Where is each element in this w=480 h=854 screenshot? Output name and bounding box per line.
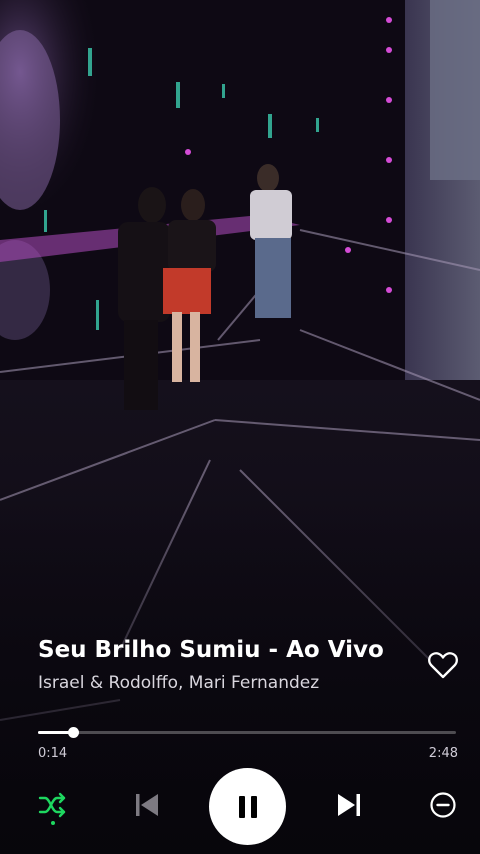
previous-button[interactable] (128, 786, 166, 824)
track-artist[interactable]: Israel & Rodolffo, Mari Fernandez (38, 672, 418, 694)
remove-button[interactable] (424, 786, 462, 824)
skip-next-icon (338, 794, 360, 816)
shuffle-active-dot (51, 821, 55, 825)
heart-outline-icon (428, 652, 458, 679)
pause-icon (238, 795, 257, 818)
skip-previous-icon (136, 794, 158, 816)
minus-circle-icon (430, 792, 456, 818)
playback-controls (0, 768, 480, 845)
track-info: Seu Brilho Sumiu - Ao Vivo Israel & Rodo… (38, 636, 418, 694)
elapsed-time: 0:14 (38, 746, 68, 761)
next-button[interactable] (330, 786, 368, 824)
progress-track (38, 731, 456, 734)
progress-handle[interactable] (67, 727, 79, 738)
progress-slider[interactable] (38, 726, 456, 738)
like-button[interactable] (426, 648, 460, 682)
shuffle-button[interactable] (34, 788, 72, 825)
shuffle-icon (38, 792, 66, 818)
play-pause-button[interactable] (209, 768, 286, 845)
total-time: 2:48 (428, 746, 458, 761)
track-title[interactable]: Seu Brilho Sumiu - Ao Vivo (38, 636, 418, 664)
